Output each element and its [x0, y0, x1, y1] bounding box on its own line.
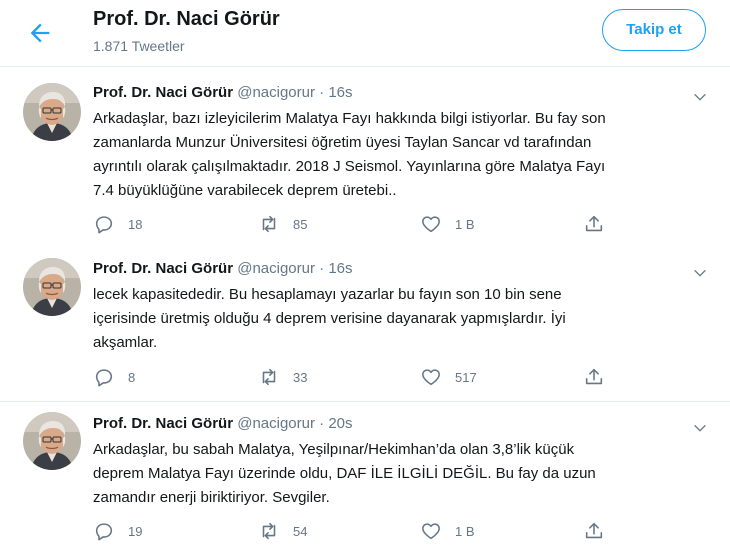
retweet-count: 85	[293, 216, 308, 232]
like-button[interactable]: 1 B	[420, 212, 475, 236]
reply-icon	[95, 216, 113, 234]
reply-count: 19	[128, 523, 143, 539]
retweet-icon	[262, 215, 276, 233]
like-button[interactable]: 1 B	[420, 519, 475, 543]
tweet-meta: Prof. Dr. Naci Görür @nacigorur · 16s	[93, 84, 353, 101]
reply-count: 18	[128, 216, 143, 232]
tweet-time[interactable]: 16s	[328, 260, 352, 277]
profile-name: Prof. Dr. Naci Görür	[93, 8, 280, 30]
follow-button[interactable]: Takip et	[602, 9, 706, 51]
author-handle[interactable]: @nacigorur	[237, 84, 315, 101]
author-handle[interactable]: @nacigorur	[237, 415, 315, 432]
share-button[interactable]	[583, 519, 605, 543]
retweet-button[interactable]: 33	[258, 365, 307, 389]
share-icon	[585, 215, 603, 232]
tweet[interactable]: Prof. Dr. Naci Görür @nacigorur · 20s Ar…	[0, 402, 730, 557]
avatar[interactable]	[23, 258, 81, 316]
tweet-time[interactable]: 16s	[328, 84, 352, 101]
retweet-button[interactable]: 85	[258, 212, 307, 236]
back-button[interactable]	[26, 19, 54, 47]
avatar[interactable]	[23, 83, 81, 141]
chevron-down-icon[interactable]	[692, 420, 708, 436]
tweet-time[interactable]: 20s	[328, 415, 352, 432]
heart-icon	[422, 369, 440, 386]
profile-header: Prof. Dr. Naci Görür 1.871 Tweetler Taki…	[0, 0, 730, 67]
retweet-icon	[262, 368, 276, 386]
share-button[interactable]	[583, 365, 605, 389]
retweet-button[interactable]: 54	[258, 519, 307, 543]
tweet-text: Arkadaşlar, bazı izleyicilerim Malatya F…	[93, 110, 606, 199]
author-handle[interactable]: @nacigorur	[237, 260, 315, 277]
share-button[interactable]	[583, 212, 605, 236]
like-count: 517	[455, 369, 477, 385]
avatar[interactable]	[23, 412, 81, 470]
reply-button[interactable]: 18	[93, 212, 142, 236]
meta-separator: ·	[319, 415, 325, 432]
like-button[interactable]: 517	[420, 365, 477, 389]
author-name[interactable]: Prof. Dr. Naci Görür	[93, 260, 233, 277]
reply-count: 8	[128, 369, 136, 385]
share-icon	[585, 522, 603, 539]
retweet-count: 54	[293, 523, 308, 539]
chevron-down-icon[interactable]	[692, 265, 708, 281]
tweet-actions: 18 85 1 B	[93, 212, 623, 236]
share-icon	[585, 368, 603, 385]
heart-icon	[422, 523, 440, 540]
retweet-icon	[262, 522, 276, 540]
tweet-actions: 8 33 517	[93, 365, 623, 389]
reply-icon	[95, 523, 113, 541]
like-count: 1 B	[455, 523, 475, 539]
tweet[interactable]: Prof. Dr. Naci Görür @nacigorur · 16s Ar…	[0, 67, 730, 245]
tweet-count: 1.871 Tweetler	[93, 38, 185, 54]
tweet-meta: Prof. Dr. Naci Görür @nacigorur · 16s	[93, 260, 353, 277]
tweet-actions: 19 54 1 B	[93, 519, 623, 543]
reply-button[interactable]: 8	[93, 365, 135, 389]
tweet[interactable]: Prof. Dr. Naci Görür @nacigorur · 16s le…	[0, 245, 730, 401]
retweet-count: 33	[293, 369, 308, 385]
author-name[interactable]: Prof. Dr. Naci Görür	[93, 415, 233, 432]
reply-icon	[95, 369, 113, 387]
author-name[interactable]: Prof. Dr. Naci Görür	[93, 84, 233, 101]
tweet-text: Arkadaşlar, bu sabah Malatya, Yeşilpınar…	[93, 441, 596, 506]
reply-button[interactable]: 19	[93, 519, 142, 543]
meta-separator: ·	[319, 260, 325, 277]
tweet-text: lecek kapasitededir. Bu hesaplamayı yaza…	[93, 286, 566, 351]
chevron-down-icon[interactable]	[692, 89, 708, 105]
heart-icon	[422, 216, 440, 233]
like-count: 1 B	[455, 216, 475, 232]
tweet-meta: Prof. Dr. Naci Görür @nacigorur · 20s	[93, 415, 353, 432]
meta-separator: ·	[319, 84, 325, 101]
